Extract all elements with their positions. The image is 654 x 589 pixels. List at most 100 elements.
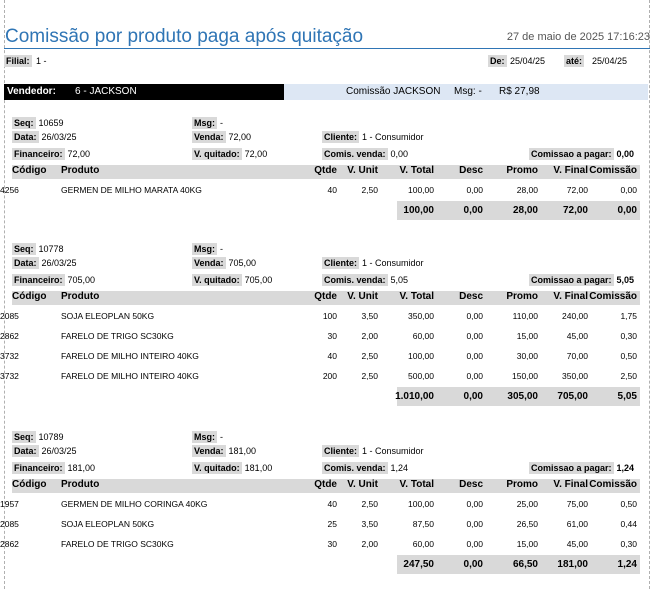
comissao-msg-text: Msg: - (454, 86, 482, 97)
seq-value: 10659 (38, 118, 64, 128)
table-cell: SOJA ELEOPLAN 50KG (61, 311, 155, 321)
v-quitado-label: V. quitado: (192, 462, 242, 474)
column-header: Comissão (589, 291, 637, 302)
comissao-pagar-value: 5,05 (616, 275, 635, 285)
table-cell: 25 (327, 519, 337, 529)
report-title: Comissão por produto paga após quitação (5, 26, 364, 47)
total-cell: 0,00 (463, 391, 483, 402)
comissao-vendedor-text: Comissão JACKSON (346, 86, 441, 97)
table-cell: 28,00 (516, 185, 538, 195)
table-cell: SOJA ELEOPLAN 50KG (61, 519, 155, 529)
column-header: V. Unit (347, 165, 378, 176)
seq-label: Seq: (12, 243, 36, 255)
comissao-bar: Comissão JACKSON Msg: - R$ 27,98 (284, 84, 648, 100)
total-cell: 72,00 (562, 205, 588, 216)
comis-venda-value: 1,24 (390, 463, 409, 473)
table-cell: 0,00 (466, 519, 483, 529)
table-cell: 2,50 (361, 351, 378, 361)
cliente-value: 1 - Consumidor (362, 446, 424, 456)
table-row: 2862 FARELO DE TRIGO SC30KG 30 2,00 60,00 0,0… (0, 326, 640, 346)
cliente-label: Cliente: (322, 445, 360, 457)
table-cell: 30 (327, 539, 337, 549)
seq-label: Seq: (12, 431, 36, 443)
table-cell: 0,00 (466, 351, 483, 361)
total-cell: 5,05 (617, 391, 637, 402)
table-cell: 100,00 (408, 499, 434, 509)
table-cell: 0,00 (466, 185, 483, 195)
table-header: Código Produto Qtde V. Unit V. Total Desc Prom… (12, 291, 640, 305)
column-header: Produto (61, 479, 100, 490)
table-cell: 0,00 (466, 539, 483, 549)
column-header: Promo (506, 291, 538, 302)
table-cell: 26,50 (516, 519, 538, 529)
financeiro-value: 705,00 (67, 275, 96, 285)
column-header: V. Total (399, 479, 434, 490)
vendedor-value: 6 - JACKSON (75, 86, 137, 97)
table-cell: 25,00 (516, 499, 538, 509)
vendedor-bar: Vendedor: 6 - JACKSON (4, 84, 284, 100)
total-cell: 1.010,00 (395, 391, 434, 402)
table-cell: 0,50 (620, 351, 637, 361)
venda-label: Venda: (192, 445, 226, 457)
data-value: 26/03/25 (41, 258, 77, 268)
seq-value: 10778 (38, 244, 64, 254)
column-header: V. Total (399, 291, 434, 302)
table-cell: FARELO DE TRIGO SC30KG (61, 539, 174, 549)
table-cell: 0,00 (466, 371, 483, 381)
table-cell: 100 (322, 311, 337, 321)
table-cell: 0,30 (620, 331, 637, 341)
comis-venda-label: Comis. venda: (322, 274, 388, 286)
comissao-total-value: R$ 27,98 (499, 86, 540, 97)
v-quitado-value: 72,00 (244, 149, 268, 159)
v-quitado-label: V. quitado: (192, 274, 242, 286)
table-cell: 3,50 (361, 311, 378, 321)
table-cell: 30 (327, 331, 337, 341)
table-cell: 70,00 (566, 351, 588, 361)
comissao-pagar-value: 0,00 (616, 149, 635, 159)
table-cell: 0,44 (620, 519, 637, 529)
comissao-pagar-label: Comissao a pagar: (529, 274, 614, 286)
data-label: Data: (12, 131, 39, 143)
column-header: Qtde (314, 165, 337, 176)
table-cell: 30,00 (516, 351, 538, 361)
table-cell: 100,00 (408, 351, 434, 361)
comis-venda-label: Comis. venda: (322, 148, 388, 160)
table-cell: 15,00 (516, 539, 538, 549)
table-cell: 72,00 (566, 185, 588, 195)
total-cell: 0,00 (617, 205, 637, 216)
total-cell: 305,00 (507, 391, 538, 402)
total-cell: 66,50 (512, 559, 538, 570)
table-cell: 0,30 (620, 539, 637, 549)
column-header: Desc (459, 165, 483, 176)
total-cell: 28,00 (512, 205, 538, 216)
venda-label: Venda: (192, 257, 226, 269)
cliente-label: Cliente: (322, 257, 360, 269)
column-header: Desc (459, 479, 483, 490)
total-cell: 1,24 (617, 559, 637, 570)
table-cell: 0,00 (466, 311, 483, 321)
comissao-pagar-label: Comissao a pagar: (529, 462, 614, 474)
table-cell: 500,00 (408, 371, 434, 381)
table-cell: FARELO DE MILHO INTEIRO 40KG (61, 351, 199, 361)
total-cell: 0,00 (463, 205, 483, 216)
report-datetime: 27 de maio de 2025 17:16:23 (506, 31, 650, 43)
table-cell: 2,00 (361, 539, 378, 549)
table-row: 2085 SOJA ELEOPLAN 50KG 100 3,50 350,00 0,00 1… (0, 306, 640, 326)
de-label: De: (488, 55, 507, 67)
cliente-value: 1 - Consumidor (362, 132, 424, 142)
totals-row: 1.010,00 0,00 305,00 705,00 5,05 (395, 387, 640, 406)
table-cell: 350,00 (562, 371, 588, 381)
table-cell: 0,50 (620, 499, 637, 509)
venda-value: 705,00 (228, 258, 257, 268)
totals-row: 247,50 0,00 66,50 181,00 1,24 (397, 555, 640, 574)
table-cell: 40 (327, 185, 337, 195)
column-header: Comissão (589, 165, 637, 176)
table-cell: 0,00 (620, 185, 637, 195)
table-cell: 2085 (0, 519, 19, 529)
table-cell: 2,00 (361, 331, 378, 341)
table-cell: 4256 (0, 185, 19, 195)
column-header: V. Total (399, 165, 434, 176)
venda-value: 181,00 (228, 446, 257, 456)
table-cell: 2085 (0, 311, 19, 321)
table-cell: 100,00 (408, 185, 434, 195)
